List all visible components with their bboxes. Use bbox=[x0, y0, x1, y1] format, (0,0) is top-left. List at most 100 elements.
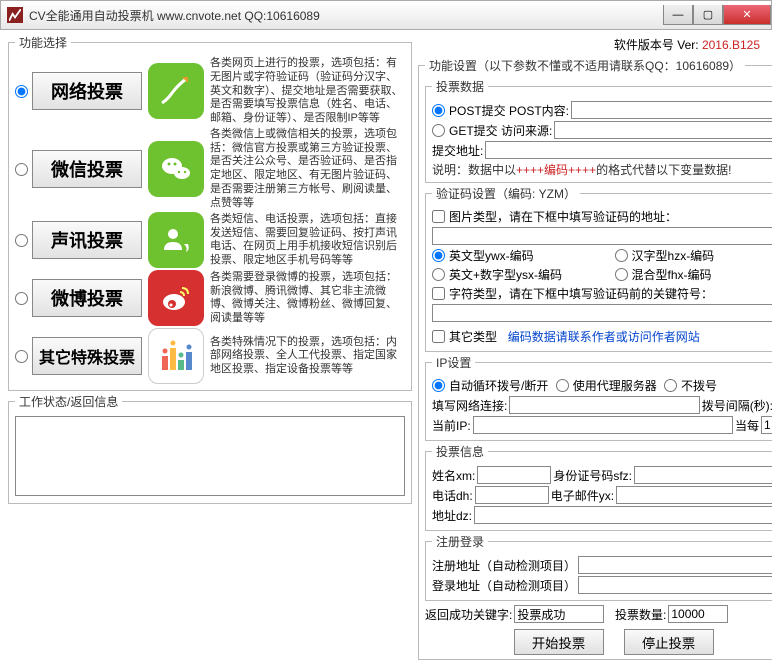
email-label: 电子邮件yx: bbox=[551, 487, 614, 504]
titlebar: CV全能通用自动投票机 www.cnvote.net QQ:10616089 —… bbox=[0, 0, 772, 30]
post-input[interactable] bbox=[571, 101, 772, 119]
tel-input[interactable] bbox=[475, 486, 549, 504]
count-input[interactable] bbox=[668, 605, 728, 623]
captcha-group: 验证码设置（编码: YZM） 图片类型，请在下框中填写验证码的地址： 英文型yw… bbox=[425, 185, 772, 352]
tel-label: 电话dh: bbox=[432, 487, 473, 504]
radio-weibo-vote[interactable] bbox=[15, 292, 28, 305]
radio-wechat-vote[interactable] bbox=[15, 163, 28, 176]
other-captcha-note[interactable]: 编码数据请联系作者或访问作者网站 bbox=[508, 328, 700, 345]
submit-addr-input[interactable] bbox=[485, 141, 772, 159]
start-button[interactable]: 开始投票 bbox=[514, 629, 604, 655]
version-row: 软件版本号 Ver: 2016.B125 bbox=[418, 34, 760, 57]
settings-legend: 功能设置（以下参数不懂或不适用请联系QQ：10616089） bbox=[425, 57, 745, 74]
conn-input[interactable] bbox=[509, 396, 699, 414]
curip-label: 当前IP: bbox=[432, 417, 471, 434]
radio-proxy[interactable] bbox=[556, 379, 569, 392]
radio-voice-vote[interactable] bbox=[15, 234, 28, 247]
hzx-label: 汉字型hzx-编码 bbox=[632, 247, 772, 264]
chk-other-captcha[interactable] bbox=[432, 330, 445, 343]
name-label: 姓名xm: bbox=[432, 467, 475, 484]
version-label: 软件版本号 Ver: bbox=[614, 38, 702, 52]
web-vote-icon bbox=[148, 63, 204, 119]
voice-icon bbox=[148, 212, 204, 268]
data-note: 说明：数据中以++++编码++++的格式代替以下变量数据! bbox=[432, 161, 772, 178]
radio-web-vote[interactable] bbox=[15, 85, 28, 98]
addr-label: 地址dz: bbox=[432, 507, 472, 524]
every-label: 当每 bbox=[735, 417, 759, 434]
radio-fhx[interactable] bbox=[615, 268, 628, 281]
img-captcha-label: 图片类型，请在下框中填写验证码的地址： bbox=[449, 208, 677, 225]
get-label: GET提交 访问来源: bbox=[449, 122, 552, 139]
nodial-label: 不拨号 bbox=[681, 377, 717, 394]
vote-info-legend: 投票信息 bbox=[432, 443, 488, 460]
wechat-vote-desc: 各类微信上或微信相关的投票，选项包括：微信官方投票或第三方验证投票、是否关注公众… bbox=[210, 128, 405, 211]
btn-other-vote[interactable]: 其它特殊投票 bbox=[32, 337, 142, 375]
feature-select-legend: 功能选择 bbox=[15, 34, 71, 51]
captcha-key-input[interactable] bbox=[432, 304, 772, 322]
status-textarea[interactable] bbox=[15, 416, 405, 496]
maximize-button[interactable]: ▢ bbox=[693, 5, 723, 25]
addr-input[interactable] bbox=[474, 506, 772, 524]
chk-img-captcha[interactable] bbox=[432, 210, 445, 223]
wechat-icon bbox=[148, 141, 204, 197]
weibo-vote-desc: 各类需要登录微博的投票，选项包括：新浪微博、腾讯微博、其它非主流微博、微博关注、… bbox=[210, 271, 405, 326]
every-input[interactable] bbox=[761, 416, 772, 434]
char-captcha-label: 字符类型，请在下框中填写验证码前的关键符号： bbox=[449, 285, 713, 302]
id-input[interactable] bbox=[634, 466, 772, 484]
curip-input[interactable] bbox=[473, 416, 733, 434]
btn-wechat-vote[interactable]: 微信投票 bbox=[32, 150, 142, 188]
radio-hzx[interactable] bbox=[615, 249, 628, 262]
ip-group: IP设置 自动循环拨号/断开 使用代理服务器 不拨号 填写网络连接:拨号间隔(秒… bbox=[425, 354, 772, 441]
btn-web-vote[interactable]: 网络投票 bbox=[32, 72, 142, 110]
radio-ywx[interactable] bbox=[432, 249, 445, 262]
web-vote-desc: 各类网页上进行的投票，选项包括：有无图片或字符验证码（验证码分汉字、英文和数字）… bbox=[210, 57, 405, 126]
other-captcha-label: 其它类型 bbox=[449, 328, 497, 345]
dial-label: 拨号间隔(秒): bbox=[702, 397, 772, 414]
radio-get[interactable] bbox=[432, 124, 445, 137]
close-button[interactable]: ✕ bbox=[723, 5, 771, 25]
ysx-label: 英文+数字型ysx-编码 bbox=[449, 266, 613, 283]
captcha-url-input[interactable] bbox=[432, 227, 772, 245]
autodial-label: 自动循环拨号/断开 bbox=[449, 377, 548, 394]
other-icon bbox=[148, 328, 204, 384]
version-value: 2016.B125 bbox=[702, 38, 760, 52]
status-panel: 工作状态/返回信息 bbox=[8, 393, 412, 504]
btn-voice-vote[interactable]: 声讯投票 bbox=[32, 221, 142, 259]
vote-data-group: 投票数据 POST提交 POST内容: GET提交 访问来源: 提交地址: 说明… bbox=[425, 78, 772, 183]
other-vote-desc: 各类特殊情况下的投票，选项包括：内部网络投票、全人工代投票、指定国家地区投票、指… bbox=[210, 336, 405, 377]
fhx-label: 混合型fhx-编码 bbox=[632, 266, 772, 283]
radio-post[interactable] bbox=[432, 104, 445, 117]
weibo-icon bbox=[148, 270, 204, 326]
get-input[interactable] bbox=[554, 121, 772, 139]
regaddr-label: 注册地址（自动检测项目） bbox=[432, 557, 576, 574]
conn-label: 填写网络连接: bbox=[432, 397, 507, 414]
radio-autodial[interactable] bbox=[432, 379, 445, 392]
feature-select: 功能选择 网络投票 各类网页上进行的投票，选项包括：有无图片或字符验证码（验证码… bbox=[8, 34, 412, 391]
radio-nodial[interactable] bbox=[664, 379, 677, 392]
proxy-label: 使用代理服务器 bbox=[573, 377, 657, 394]
radio-ysx[interactable] bbox=[432, 268, 445, 281]
btn-weibo-vote[interactable]: 微博投票 bbox=[32, 279, 142, 317]
retkey-label: 返回成功关键字: bbox=[425, 606, 512, 623]
count-label: 投票数量: bbox=[615, 606, 666, 623]
settings-panel: 功能设置（以下参数不懂或不适用请联系QQ：10616089） 投票数据 POST… bbox=[418, 57, 772, 660]
app-icon bbox=[7, 7, 23, 23]
regaddr-input[interactable] bbox=[578, 556, 772, 574]
vote-info-group: 投票信息 姓名xm: 身份证号码sfz: 电话dh: 电子邮件yx: 地址dz: bbox=[425, 443, 772, 531]
radio-other-vote[interactable] bbox=[15, 350, 28, 363]
stop-button[interactable]: 停止投票 bbox=[624, 629, 714, 655]
status-legend: 工作状态/返回信息 bbox=[15, 393, 122, 410]
minimize-button[interactable]: — bbox=[663, 5, 693, 25]
ywx-label: 英文型ywx-编码 bbox=[449, 247, 613, 264]
post-label: POST提交 POST内容: bbox=[449, 102, 569, 119]
chk-char-captcha[interactable] bbox=[432, 287, 445, 300]
loginaddr-label: 登录地址（自动检测项目） bbox=[432, 577, 576, 594]
voice-vote-desc: 各类短信、电话投票，选项包括：直接发送短信、需要回复验证码、按打声讯电话、在网页… bbox=[210, 213, 405, 268]
retkey-input[interactable] bbox=[514, 605, 604, 623]
loginaddr-input[interactable] bbox=[578, 576, 772, 594]
captcha-legend: 验证码设置（编码: YZM） bbox=[432, 185, 580, 202]
email-input[interactable] bbox=[616, 486, 772, 504]
id-label: 身份证号码sfz: bbox=[553, 467, 632, 484]
name-input[interactable] bbox=[477, 466, 551, 484]
reg-group: 注册登录 注册地址（自动检测项目） 登录地址（自动检测项目） bbox=[425, 533, 772, 601]
